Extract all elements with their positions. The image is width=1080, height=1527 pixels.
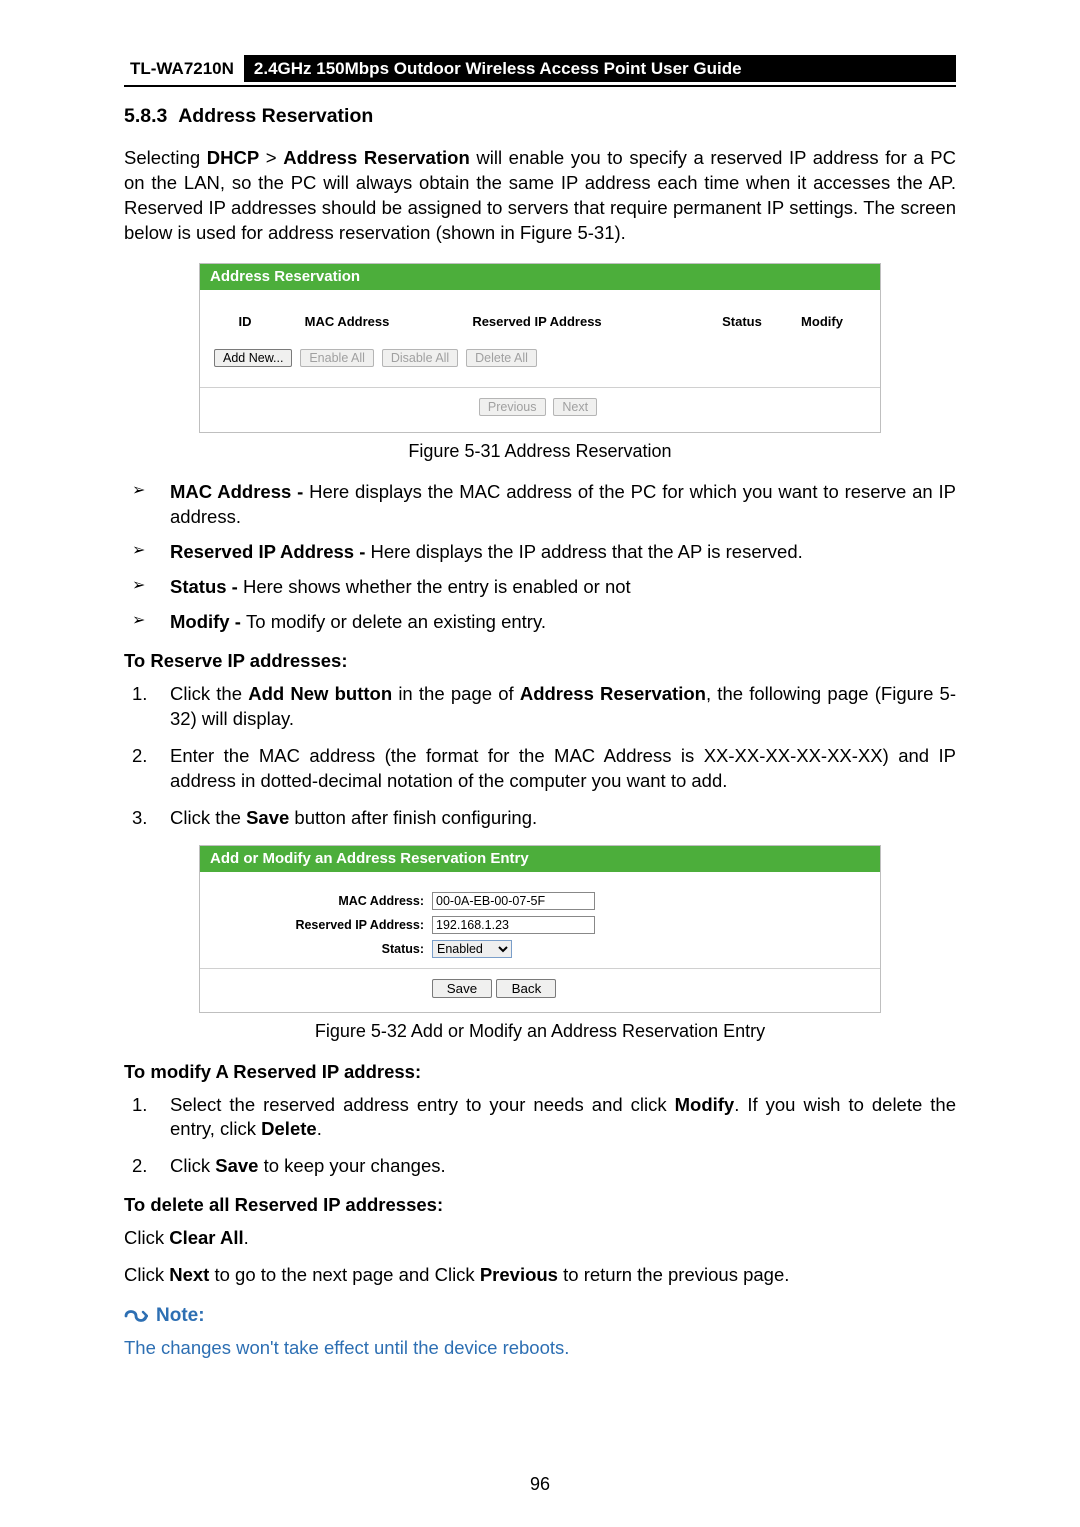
add-new-button[interactable]: Add New...	[214, 349, 292, 367]
delete-all-line1: Click Clear All.	[124, 1226, 956, 1251]
col-modify: Modify	[782, 314, 862, 329]
back-button[interactable]: Back	[496, 979, 556, 998]
ip-label: Reserved IP Address:	[214, 918, 432, 932]
status-select[interactable]: Enabled	[432, 940, 512, 958]
previous-button[interactable]: Previous	[479, 398, 546, 416]
delete-all-heading: To delete all Reserved IP addresses:	[124, 1193, 956, 1218]
list-item: Click Save to keep your changes.	[124, 1154, 956, 1179]
list-item: MAC Address - Here displays the MAC addr…	[124, 480, 956, 530]
pagination: Previous Next	[214, 398, 866, 422]
list-item: Status - Here shows whether the entry is…	[124, 575, 956, 600]
list-item: Click the Save button after finish confi…	[124, 806, 956, 831]
field-definitions: MAC Address - Here displays the MAC addr…	[124, 480, 956, 635]
page-number: 96	[0, 1474, 1080, 1495]
col-mac: MAC Address	[272, 314, 422, 329]
doc-title: 2.4GHz 150Mbps Outdoor Wireless Access P…	[244, 55, 956, 82]
figure-5-32: Add or Modify an Address Reservation Ent…	[199, 845, 881, 1013]
product-model: TL-WA7210N	[124, 55, 244, 82]
divider	[200, 968, 880, 969]
table-header: ID MAC Address Reserved IP Address Statu…	[214, 314, 866, 349]
reserve-steps: Click the Add New button in the page of …	[124, 682, 956, 831]
col-id: ID	[218, 314, 272, 329]
list-item: Enter the MAC address (the format for th…	[124, 744, 956, 794]
figure-5-31: Address Reservation ID MAC Address Reser…	[199, 263, 881, 433]
form-row-mac: MAC Address:	[214, 892, 866, 910]
delete-all-line2: Click Next to go to the next page and Cl…	[124, 1263, 956, 1288]
save-button[interactable]: Save	[432, 979, 492, 998]
section-number: 5.8.3	[124, 105, 167, 127]
mac-label: MAC Address:	[214, 894, 432, 908]
form-row-status: Status: Enabled	[214, 940, 866, 958]
note-heading: Note:	[124, 1305, 956, 1327]
note-body: The changes won't take effect until the …	[124, 1337, 956, 1359]
section-heading: 5.8.3 Address Reservation	[124, 105, 956, 128]
status-label: Status:	[214, 942, 432, 956]
modify-heading: To modify A Reserved IP address:	[124, 1060, 956, 1085]
doc-header: TL-WA7210N 2.4GHz 150Mbps Outdoor Wirele…	[124, 55, 956, 82]
panel-title: Address Reservation	[200, 264, 880, 290]
delete-all-button[interactable]: Delete All	[466, 349, 537, 367]
reserve-heading: To Reserve IP addresses:	[124, 649, 956, 674]
figure-5-31-caption: Figure 5-31 Address Reservation	[124, 441, 956, 462]
divider	[200, 387, 880, 388]
enable-all-button[interactable]: Enable All	[300, 349, 374, 367]
ip-input[interactable]	[432, 916, 595, 934]
next-button[interactable]: Next	[553, 398, 597, 416]
note-label: Note:	[156, 1305, 205, 1327]
disable-all-button[interactable]: Disable All	[382, 349, 458, 367]
section-title: Address Reservation	[178, 105, 373, 127]
list-item: Reserved IP Address - Here displays the …	[124, 540, 956, 565]
button-row: Add New... Enable All Disable All Delete…	[214, 349, 866, 377]
intro-paragraph: Selecting DHCP > Address Reservation wil…	[124, 146, 956, 246]
page: TL-WA7210N 2.4GHz 150Mbps Outdoor Wirele…	[0, 0, 1080, 1527]
list-item: Modify - To modify or delete an existing…	[124, 610, 956, 635]
panel-title: Add or Modify an Address Reservation Ent…	[200, 846, 880, 872]
col-ip: Reserved IP Address	[422, 314, 652, 329]
form-row-ip: Reserved IP Address:	[214, 916, 866, 934]
header-rule	[124, 85, 956, 87]
list-item: Select the reserved address entry to you…	[124, 1093, 956, 1143]
col-status: Status	[702, 314, 782, 329]
note-icon	[124, 1307, 148, 1325]
figure-5-32-caption: Figure 5-32 Add or Modify an Address Res…	[124, 1021, 956, 1042]
list-item: Click the Add New button in the page of …	[124, 682, 956, 732]
mac-input[interactable]	[432, 892, 595, 910]
modify-steps: Select the reserved address entry to you…	[124, 1093, 956, 1180]
